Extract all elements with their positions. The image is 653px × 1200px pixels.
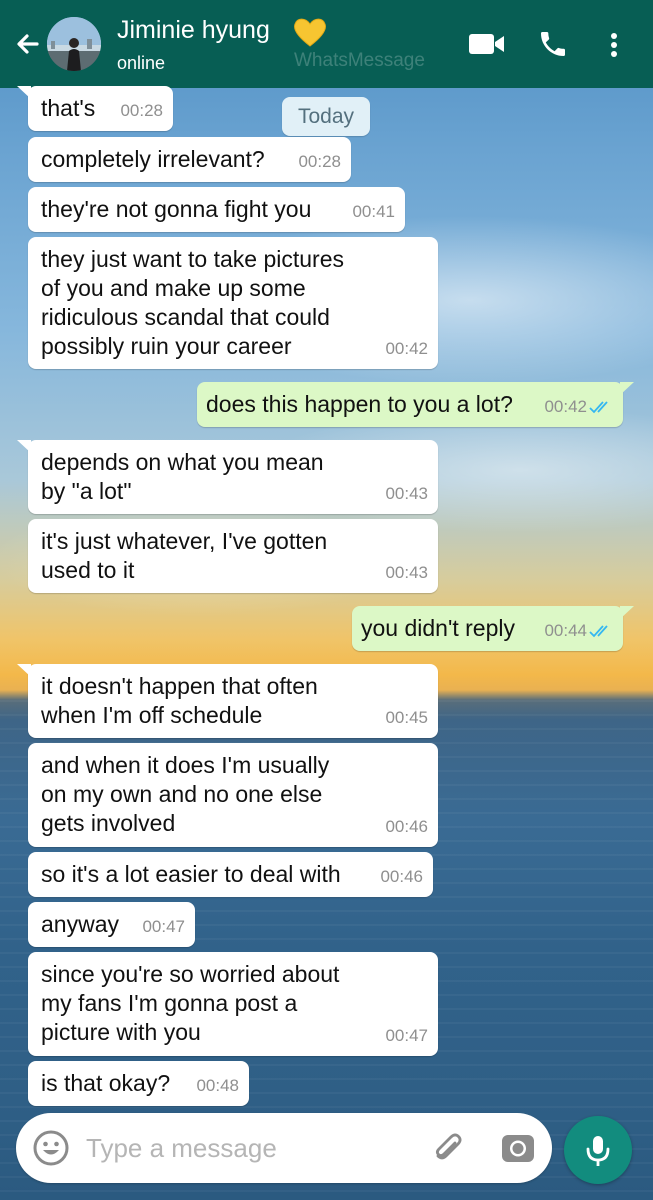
contact-name[interactable]: Jiminie hyung xyxy=(117,16,270,45)
mic-button[interactable] xyxy=(564,1116,632,1184)
outgoing-message[interactable]: you didn't reply 00:44 xyxy=(352,606,634,651)
read-ticks-icon xyxy=(589,625,608,638)
emoji-icon[interactable] xyxy=(32,1129,70,1167)
incoming-message[interactable]: since you're so worried about my fans I'… xyxy=(28,952,438,1056)
watermark: WhatsMessage xyxy=(294,50,425,71)
yellow-heart-icon xyxy=(293,17,327,47)
video-call-icon[interactable] xyxy=(468,31,506,57)
mic-icon xyxy=(586,1136,610,1166)
attach-icon[interactable] xyxy=(430,1130,466,1166)
incoming-message[interactable]: that's 00:28 xyxy=(17,86,173,131)
message-time: 00:28 xyxy=(120,101,163,120)
phone-icon[interactable] xyxy=(537,28,569,60)
message-time: 00:47 xyxy=(385,1026,428,1045)
message-time: 00:28 xyxy=(298,152,341,171)
avatar[interactable] xyxy=(47,17,101,71)
camera-icon[interactable] xyxy=(500,1130,536,1166)
outgoing-message[interactable]: does this happen to you a lot? 00:42 xyxy=(197,382,634,427)
message-text: depends on what you mean by "a lot" xyxy=(41,449,324,504)
back-arrow-icon[interactable] xyxy=(10,28,44,62)
message-time: 00:41 xyxy=(352,202,395,221)
message-text: they're not gonna fight you xyxy=(41,196,312,222)
message-text: that's xyxy=(41,95,96,121)
message-text: it doesn't happen that often when I'm of… xyxy=(41,673,318,728)
incoming-message[interactable]: completely irrelevant? 00:28 xyxy=(28,137,351,182)
incoming-message[interactable]: they're not gonna fight you 00:41 xyxy=(28,187,405,232)
message-time: 00:46 xyxy=(380,867,423,886)
message-time: 00:43 xyxy=(385,484,428,503)
incoming-message[interactable]: and when it does I'm usually on my own a… xyxy=(28,743,438,847)
incoming-message[interactable]: they just want to take pictures of you a… xyxy=(28,237,438,369)
incoming-message[interactable]: it doesn't happen that often when I'm of… xyxy=(17,664,438,738)
incoming-message[interactable]: so it's a lot easier to deal with 00:46 xyxy=(28,852,433,897)
message-time: 00:45 xyxy=(385,708,428,727)
bubble-tail xyxy=(17,86,31,99)
message-composer xyxy=(16,1113,552,1183)
date-chip: Today xyxy=(282,97,370,136)
message-text: completely irrelevant? xyxy=(41,146,265,172)
message-text: and when it does I'm usually on my own a… xyxy=(41,752,330,836)
message-time: 00:48 xyxy=(196,1076,239,1095)
message-text: so it's a lot easier to deal with xyxy=(41,861,341,887)
bubble-tail xyxy=(17,664,31,677)
incoming-message[interactable]: anyway 00:47 xyxy=(28,902,195,947)
bubble-tail xyxy=(620,606,634,619)
message-time: 00:46 xyxy=(385,817,428,836)
message-text: it's just whatever, I've gotten used to … xyxy=(41,528,328,583)
message-time: 00:47 xyxy=(142,917,185,936)
chat-header: Jiminie hyung online WhatsMessage xyxy=(0,0,653,88)
message-text: is that okay? xyxy=(41,1070,171,1096)
contact-status: online xyxy=(117,53,166,73)
message-text: you didn't reply xyxy=(361,615,515,641)
message-text: anyway xyxy=(41,911,119,937)
incoming-message[interactable]: depends on what you mean by "a lot" 00:43 xyxy=(17,440,438,514)
read-ticks-icon xyxy=(589,401,608,414)
message-time: 00:43 xyxy=(385,563,428,582)
message-text: they just want to take pictures of you a… xyxy=(41,246,344,359)
message-text: does this happen to you a lot? xyxy=(206,391,513,417)
message-text: since you're so worried about my fans I'… xyxy=(41,961,340,1045)
message-time: 00:42 xyxy=(385,339,428,358)
message-input[interactable] xyxy=(86,1129,386,1167)
message-time: 00:42 xyxy=(544,397,587,416)
more-vert-icon[interactable] xyxy=(603,28,625,62)
bubble-tail xyxy=(17,440,31,453)
message-time: 00:44 xyxy=(544,621,587,640)
incoming-message[interactable]: it's just whatever, I've gotten used to … xyxy=(28,519,438,593)
incoming-message[interactable]: is that okay? 00:48 xyxy=(28,1061,249,1106)
bubble-tail xyxy=(620,382,634,395)
